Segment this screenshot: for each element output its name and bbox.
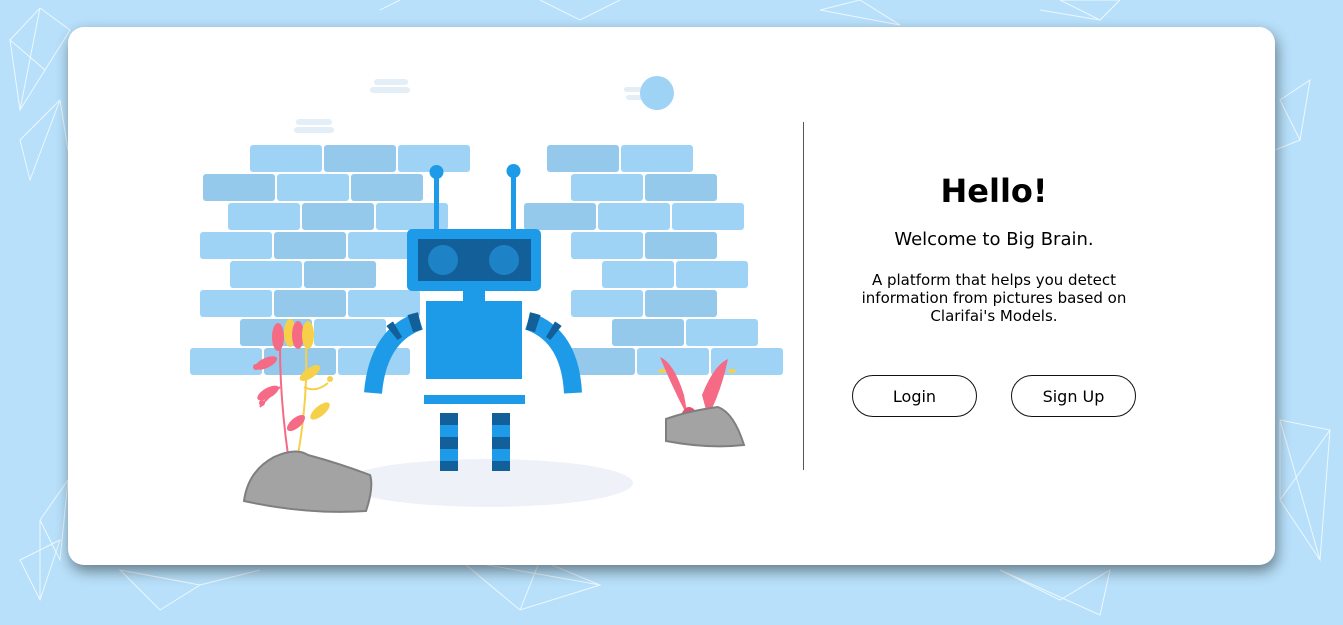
welcome-panel: Hello! Welcome to Big Brain. A platform … — [828, 167, 1160, 325]
robot-illustration — [190, 76, 783, 513]
welcome-subtitle: Welcome to Big Brain. — [894, 229, 1094, 250]
page-title: Hello! — [940, 172, 1048, 210]
rock-icon — [665, 405, 746, 448]
sign-up-button[interactable]: Sign Up — [1011, 375, 1136, 417]
welcome-card: Hello! Welcome to Big Brain. A platform … — [68, 27, 1275, 565]
login-button[interactable]: Login — [852, 375, 977, 417]
sun-icon — [640, 76, 674, 110]
app-description: A platform that helps you detect informa… — [861, 271, 1127, 325]
cloud-icon — [294, 79, 650, 133]
rock-icon — [242, 450, 373, 513]
vertical-divider — [803, 122, 804, 470]
